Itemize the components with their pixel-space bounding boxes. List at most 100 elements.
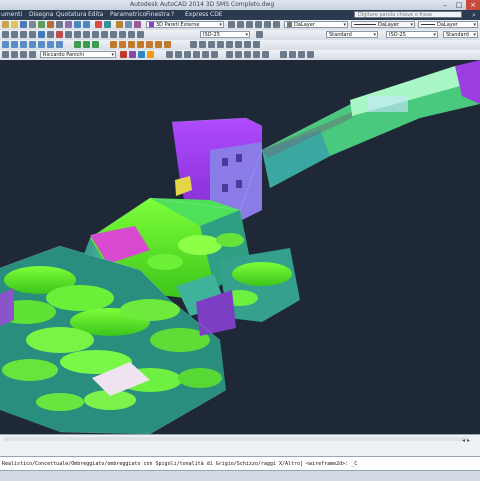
- layer-off-icon[interactable]: [264, 21, 271, 28]
- snap-icon[interactable]: [190, 41, 197, 48]
- menu-item-cde[interactable]: CDE: [210, 11, 223, 18]
- menu-item-finestra[interactable]: Finestra: [146, 11, 170, 18]
- layer-prev-icon[interactable]: [228, 21, 235, 28]
- drawing-viewport[interactable]: [0, 60, 480, 434]
- solid-torus-icon[interactable]: [211, 51, 218, 58]
- table-icon[interactable]: [298, 51, 305, 58]
- camera-icon[interactable]: [20, 51, 27, 58]
- lineweight-combo[interactable]: DaLayer ▾: [418, 21, 478, 28]
- scroll-left-icon[interactable]: ◂: [462, 437, 465, 444]
- zoom-icon[interactable]: [104, 21, 111, 28]
- menu-item-help[interactable]: ?: [171, 11, 174, 18]
- save-icon[interactable]: [20, 21, 27, 28]
- arc-icon[interactable]: [29, 31, 36, 38]
- render-icon[interactable]: [120, 51, 127, 58]
- view-back-icon[interactable]: [155, 41, 162, 48]
- menu-item-edita[interactable]: Edita: [88, 11, 103, 18]
- view-top-icon[interactable]: [110, 41, 117, 48]
- minimize-icon[interactable]: –: [438, 0, 452, 10]
- line-icon[interactable]: [2, 31, 9, 38]
- view-bottom-icon[interactable]: [119, 41, 126, 48]
- layer-states-icon[interactable]: [237, 21, 244, 28]
- preview-icon[interactable]: [38, 21, 45, 28]
- view-left-icon[interactable]: [128, 41, 135, 48]
- layer-iso-icon[interactable]: [255, 21, 262, 28]
- ucs-origin-icon[interactable]: [56, 41, 63, 48]
- fly-icon[interactable]: [11, 51, 18, 58]
- subtract-icon[interactable]: [253, 51, 260, 58]
- ucs-previous-icon[interactable]: [20, 41, 27, 48]
- otrack-icon[interactable]: [235, 41, 242, 48]
- menu-item-disegna[interactable]: Disegna: [29, 11, 53, 18]
- dim-style-combo-2[interactable]: ISO-25 ▾: [386, 31, 438, 38]
- intersect-icon[interactable]: [262, 51, 269, 58]
- polyline-icon[interactable]: [11, 31, 18, 38]
- layer-combo[interactable]: DaLayer ▾: [284, 21, 348, 28]
- pan-icon[interactable]: [95, 21, 102, 28]
- solid-wedge-icon[interactable]: [202, 51, 209, 58]
- sun-icon[interactable]: [147, 51, 154, 58]
- designcenter-icon[interactable]: [125, 21, 132, 28]
- solid-box-icon[interactable]: [166, 51, 173, 58]
- ucs-object-icon[interactable]: [38, 41, 45, 48]
- trim-icon[interactable]: [110, 31, 117, 38]
- grid-icon[interactable]: [199, 41, 206, 48]
- copy-icon[interactable]: [56, 21, 63, 28]
- solid-cylinder-icon[interactable]: [184, 51, 191, 58]
- erase-icon[interactable]: [56, 31, 63, 38]
- osnap-icon[interactable]: [226, 41, 233, 48]
- view-front-icon[interactable]: [146, 41, 153, 48]
- ucs-world-icon[interactable]: [11, 41, 18, 48]
- rotate-icon[interactable]: [74, 31, 81, 38]
- menu-item-express[interactable]: Express: [185, 11, 208, 18]
- menu-item-quotatura[interactable]: Quotatura: [56, 11, 87, 18]
- ortho-icon[interactable]: [208, 41, 215, 48]
- solid-sphere-icon[interactable]: [175, 51, 182, 58]
- search-icon[interactable]: ⌕: [472, 11, 476, 20]
- redo-icon[interactable]: [83, 21, 90, 28]
- maximize-icon[interactable]: □: [452, 0, 466, 10]
- linetype-combo[interactable]: DaLayer ▾: [351, 21, 415, 28]
- dyn-icon[interactable]: [253, 41, 260, 48]
- materials-icon[interactable]: [129, 51, 136, 58]
- print-icon[interactable]: [29, 21, 36, 28]
- continuous-orbit-icon[interactable]: [92, 41, 99, 48]
- circle-icon[interactable]: [20, 31, 27, 38]
- polar-icon[interactable]: [217, 41, 224, 48]
- ucs-view-icon[interactable]: [47, 41, 54, 48]
- visual-style-combo[interactable]: 3D Pareti Esterne ▾: [146, 21, 224, 28]
- revolve-icon[interactable]: [235, 51, 242, 58]
- environment-icon[interactable]: [138, 51, 145, 58]
- free-orbit-icon[interactable]: [83, 41, 90, 48]
- hatch-icon[interactable]: [47, 31, 54, 38]
- toolpalette-icon[interactable]: [134, 21, 141, 28]
- open-file-icon[interactable]: [11, 21, 18, 28]
- dim-linear-icon[interactable]: [256, 31, 263, 38]
- light-icon[interactable]: [29, 51, 36, 58]
- ducs-icon[interactable]: [244, 41, 251, 48]
- view-iso-icon[interactable]: [164, 41, 171, 48]
- text-style-combo[interactable]: Standard ▾: [326, 31, 378, 38]
- view-right-icon[interactable]: [137, 41, 144, 48]
- text-icon[interactable]: [280, 51, 287, 58]
- explode-icon[interactable]: [137, 31, 144, 38]
- cut-icon[interactable]: [47, 21, 54, 28]
- new-file-icon[interactable]: [2, 21, 9, 28]
- dim-style-combo[interactable]: ISO-25 ▾: [200, 31, 250, 38]
- scale-icon[interactable]: [83, 31, 90, 38]
- search-input[interactable]: Digitare parola chiave o frase: [354, 11, 462, 18]
- extend-icon[interactable]: [119, 31, 126, 38]
- render-preset-combo[interactable]: Riccardo Panichi ▾: [40, 51, 116, 58]
- properties-icon[interactable]: [116, 21, 123, 28]
- layer-match-icon[interactable]: [246, 21, 253, 28]
- extrude-icon[interactable]: [226, 51, 233, 58]
- solid-cone-icon[interactable]: [193, 51, 200, 58]
- ucs-face-icon[interactable]: [29, 41, 36, 48]
- table-style-combo[interactable]: Standard ▾: [443, 31, 478, 38]
- ucs-icon[interactable]: [2, 41, 9, 48]
- paste-icon[interactable]: [65, 21, 72, 28]
- mirror-icon[interactable]: [92, 31, 99, 38]
- orbit-icon[interactable]: [74, 41, 81, 48]
- command-scrollbar[interactable]: [4, 437, 469, 441]
- layer-freeze-icon[interactable]: [273, 21, 280, 28]
